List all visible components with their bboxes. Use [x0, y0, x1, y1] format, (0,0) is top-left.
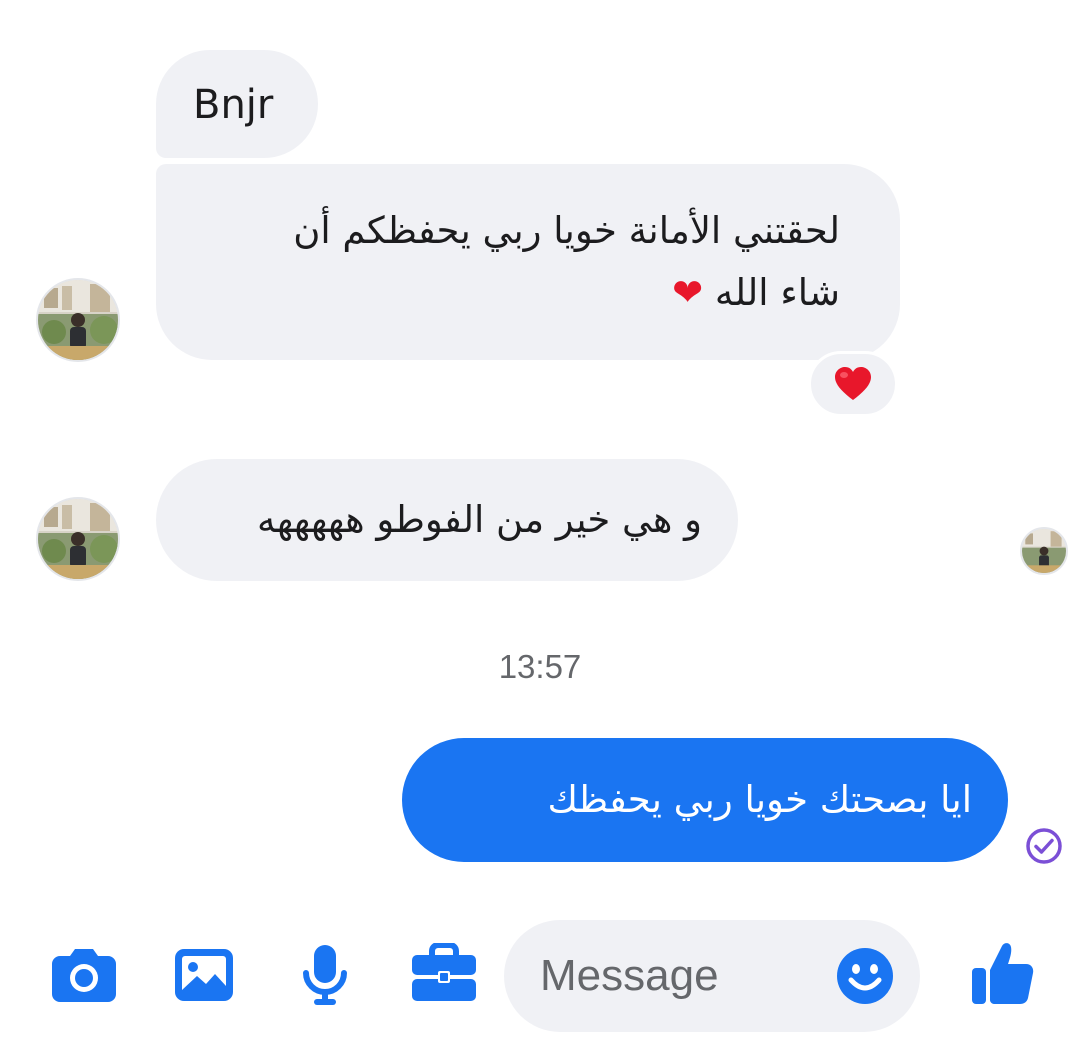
incoming-message-bubble[interactable]: لحقتني الأمانة خويا ربي يحفظكم أن شاء ال…	[156, 164, 900, 360]
message-text: Bnjr	[193, 82, 274, 128]
message-timestamp: 13:57	[498, 648, 582, 685]
like-icon[interactable]	[970, 940, 1036, 1008]
briefcase-icon[interactable]	[410, 943, 478, 1003]
incoming-message-bubble[interactable]: Bnjr	[156, 50, 318, 158]
heart-emoji: ❤	[672, 271, 704, 314]
message-text-line: لحقتني الأمانة خويا ربي يحفظكم أن	[293, 209, 840, 252]
avatar-photo	[38, 499, 118, 579]
avatar-photo	[38, 280, 118, 360]
emoji-icon[interactable]	[835, 946, 895, 1006]
sender-avatar[interactable]	[36, 497, 120, 581]
outgoing-message-bubble[interactable]: ايا بصحتك خويا ربي يحفظك	[402, 738, 1008, 862]
microphone-icon[interactable]	[300, 943, 350, 1007]
message-text: و هي خير من الفوطو هههههه	[257, 498, 702, 541]
sent-check-icon	[1026, 828, 1062, 864]
incoming-message-bubble[interactable]: و هي خير من الفوطو هههههه	[156, 459, 738, 581]
sender-avatar[interactable]	[36, 278, 120, 362]
message-text: شاء الله	[714, 271, 840, 314]
message-reaction[interactable]	[808, 351, 898, 417]
gallery-icon[interactable]	[173, 946, 235, 1004]
camera-icon[interactable]	[50, 946, 118, 1004]
message-text-line: شاء الله ❤	[194, 262, 840, 324]
avatar-photo	[1022, 529, 1066, 573]
message-text: ايا بصحتك خويا ربي يحفظك	[547, 778, 972, 821]
heart-reaction-icon	[835, 367, 871, 400]
seen-by-avatar	[1020, 527, 1068, 575]
